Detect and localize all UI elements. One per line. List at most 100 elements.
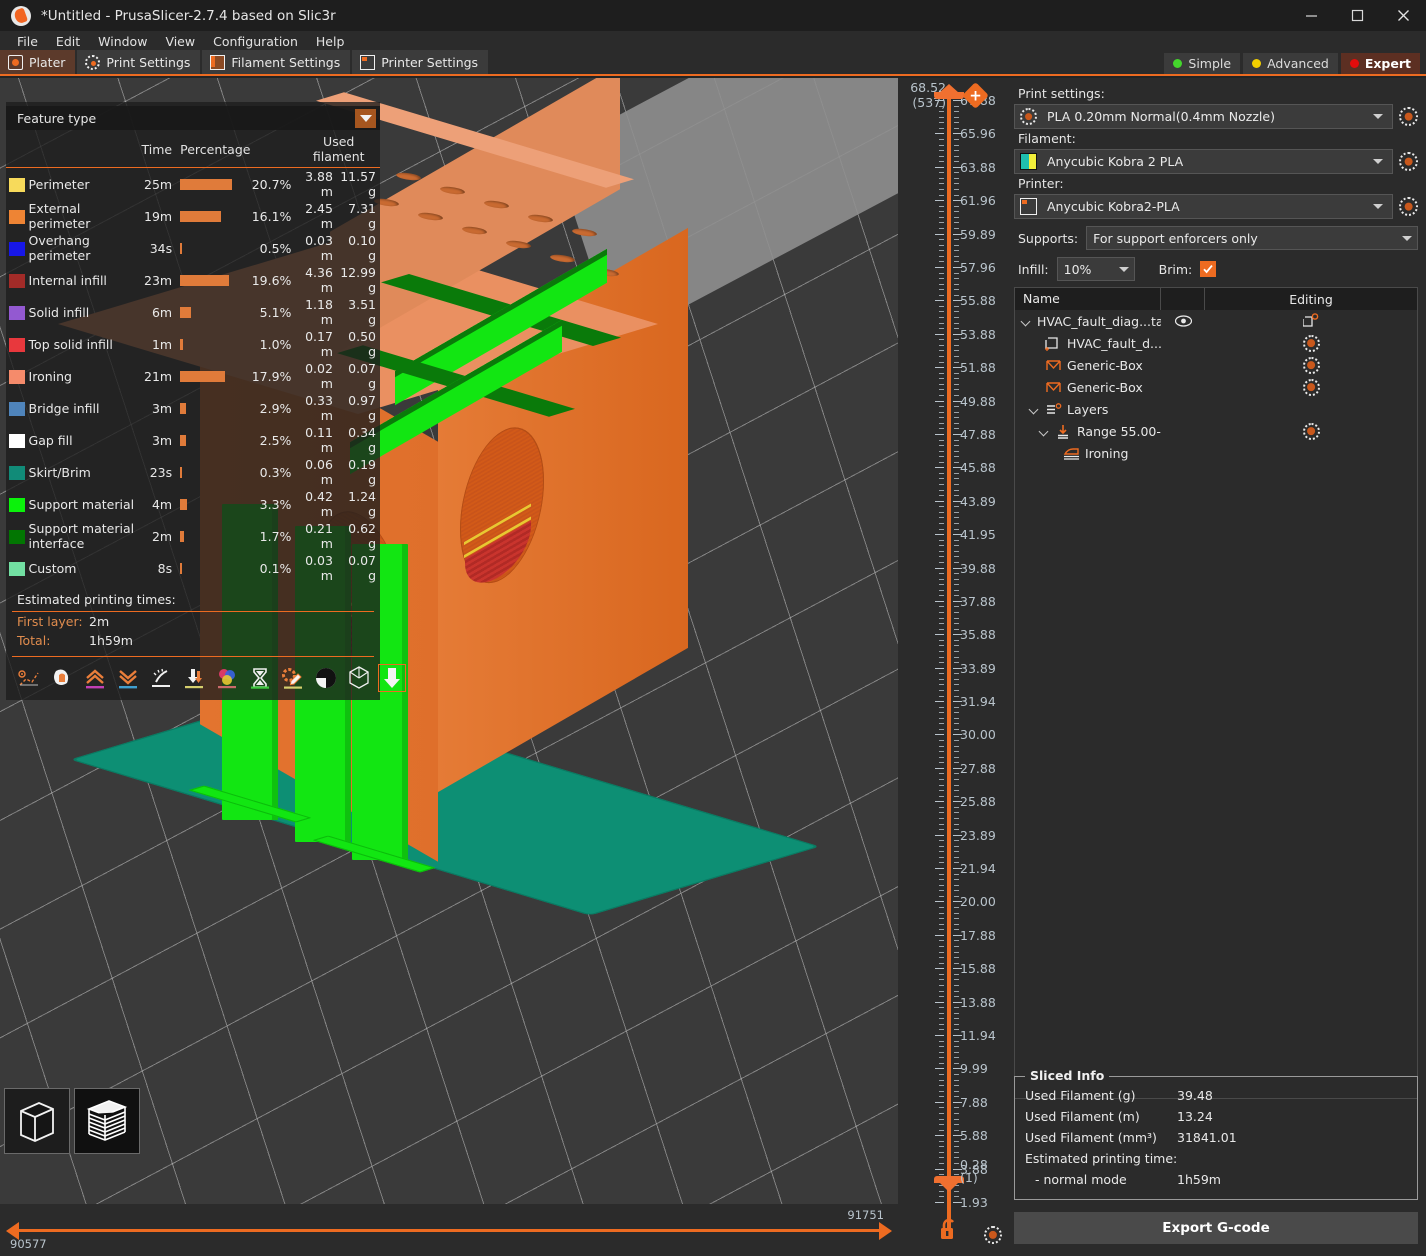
wipe-icon[interactable] [148,665,174,691]
legend-row[interactable]: Top solid infill1m1.0%0.17 m0.50 g [6,328,380,360]
print-profile-icon [1020,108,1037,125]
layer-slider-minor-tick [954,996,959,997]
legend-row[interactable]: Internal infill23m19.6%4.36 m12.99 g [6,264,380,296]
tab-plater[interactable]: Plater [0,50,75,74]
color-changes-icon[interactable] [214,665,240,691]
legend-row[interactable]: Custom8s0.1%0.03 m0.07 g [6,552,380,584]
gear-icon[interactable] [1205,379,1417,396]
menu-file[interactable]: File [8,32,47,51]
table-row[interactable]: Generic-Box [1015,376,1417,398]
print-settings-combo[interactable]: PLA 0.20mm Normal(0.4mm Nozzle) [1014,104,1393,129]
table-row[interactable]: Range 55.00-80.00 (mm) [1015,420,1417,442]
layer-slider-upper-handle[interactable] [934,84,964,99]
object-name: HVAC_fault_d...iner_head.stl [1067,336,1161,351]
object-settings-icon[interactable] [1205,313,1417,329]
filament-combo[interactable]: Anycubic Kobra 2 PLA [1014,149,1393,174]
edit-print-settings-gear-icon[interactable] [1399,107,1418,126]
layer-slider-major-tick [935,467,944,468]
layer-slider-minor-tick [954,991,959,992]
horizontal-move-slider[interactable]: 91751 90577 [0,1204,898,1256]
tab-filament-settings[interactable]: Filament Settings [202,50,350,74]
shells-icon[interactable] [313,665,339,691]
legend-feature-type-row[interactable]: Feature type [6,106,380,130]
3d-editor-view-toggle[interactable] [4,1088,70,1154]
ironing-icon [1063,446,1080,461]
3d-preview-viewport[interactable]: Feature type Time Percentage Used filame… [0,78,898,1222]
layer-slider-major-tick [953,1002,962,1003]
layer-slider-minor-tick [939,545,944,546]
layer-slider-minor-tick [939,1096,944,1097]
layer-slider-minor-tick [954,311,959,312]
slider-settings-gear-icon[interactable] [984,1226,1002,1244]
menu-window[interactable]: Window [89,32,156,51]
menu-configuration[interactable]: Configuration [204,32,307,51]
seams-icon[interactable] [82,665,108,691]
legend-row-time: 3m [139,424,173,456]
retractions-icon[interactable] [49,665,75,691]
vertical-layer-slider[interactable]: 68.52 (537) 67.8865.9663.8861.9659.8957.… [898,78,1008,1256]
travel-paths-icon[interactable] [16,665,42,691]
layer-slider-minor-tick [954,540,959,541]
gear-icon[interactable] [1205,357,1417,374]
chevron-down-icon[interactable] [1039,426,1050,437]
legend-row[interactable]: Solid infill6m5.1%1.18 m3.51 g [6,296,380,328]
legend-row[interactable]: Gap fill3m2.5%0.11 m0.34 g [6,424,380,456]
move-slider-rail[interactable] [18,1229,880,1232]
mode-expert-dot [1350,59,1359,68]
chevron-down-icon[interactable] [1021,316,1032,327]
tab-print-settings[interactable]: Print Settings [77,50,200,74]
tool-changes-icon[interactable] [181,665,207,691]
tab-printer-settings[interactable]: Printer Settings [352,50,488,74]
menu-view[interactable]: View [156,32,204,51]
eye-icon[interactable] [1161,315,1205,327]
unlocked-padlock-icon[interactable] [938,1218,960,1242]
edit-filament-settings-gear-icon[interactable] [1399,152,1418,171]
deretractions-icon[interactable] [115,665,141,691]
minimize-icon[interactable] [1288,0,1334,31]
table-row[interactable]: Generic-Box [1015,354,1417,376]
layer-slider-minor-tick [954,445,959,446]
mode-expert[interactable]: Expert [1341,53,1420,74]
chevron-down-icon[interactable] [1029,404,1040,415]
gear-icon[interactable] [1205,423,1417,440]
gear-icon[interactable] [1205,335,1417,352]
supports-combo[interactable]: For support enforcers only [1086,226,1418,250]
infill-combo[interactable]: 10% [1057,257,1135,281]
table-row[interactable]: HVAC_fault_d...iner_head.stl [1015,332,1417,354]
legend-row[interactable]: Overhang perimeter34s0.5%0.03 m0.10 g [6,232,380,264]
mode-advanced[interactable]: Advanced [1243,53,1338,74]
menu-edit[interactable]: Edit [47,32,89,51]
legend-row-pct: 3.3% [250,488,291,520]
layer-slider-minor-tick [954,250,959,251]
printer-combo[interactable]: Anycubic Kobra2-PLA [1014,194,1393,219]
close-icon[interactable] [1380,0,1426,31]
brim-checkbox[interactable] [1200,261,1216,277]
mode-simple[interactable]: Simple [1164,53,1240,74]
legend-row[interactable]: Support material4m3.3%0.42 m1.24 g [6,488,380,520]
layer-slider-minor-tick [954,161,959,162]
legend-toolbar-selected-icon[interactable] [379,665,405,691]
table-row[interactable]: Layers [1015,398,1417,420]
legend-view-type-dropdown[interactable] [355,109,376,128]
preview-layers-view-toggle[interactable] [74,1088,140,1154]
table-row[interactable]: Ironing [1015,442,1417,464]
layer-slider-major-tick [953,734,962,735]
menu-help[interactable]: Help [307,32,354,51]
pause-prints-icon[interactable] [247,665,273,691]
move-slider-right-handle[interactable] [879,1222,892,1240]
table-row[interactable]: HVAC_fault_diag...tainer_head.stl [1015,310,1417,332]
legend-row[interactable]: Ironing21m17.9%0.02 m0.07 g [6,360,380,392]
legend-row[interactable]: External perimeter19m16.1%2.45 m7.31 g [6,200,380,232]
legend-row[interactable]: Support material interface2m1.7%0.21 m0.… [6,520,380,552]
legend-row[interactable]: Bridge infill3m2.9%0.33 m0.97 g [6,392,380,424]
plus-icon: + [969,88,982,103]
layer-slider-minor-tick [939,556,944,557]
custom-gcodes-icon[interactable] [280,665,306,691]
maximize-icon[interactable] [1334,0,1380,31]
legend-feature-type-label: Feature type [17,111,96,126]
edit-printer-settings-gear-icon[interactable] [1399,197,1418,216]
tool-marker-icon[interactable] [346,665,372,691]
export-gcode-button[interactable]: Export G-code [1014,1212,1418,1244]
legend-row[interactable]: Skirt/Brim23s0.3%0.06 m0.19 g [6,456,380,488]
legend-row[interactable]: Perimeter25m20.7%3.88 m11.57 g [6,168,380,201]
